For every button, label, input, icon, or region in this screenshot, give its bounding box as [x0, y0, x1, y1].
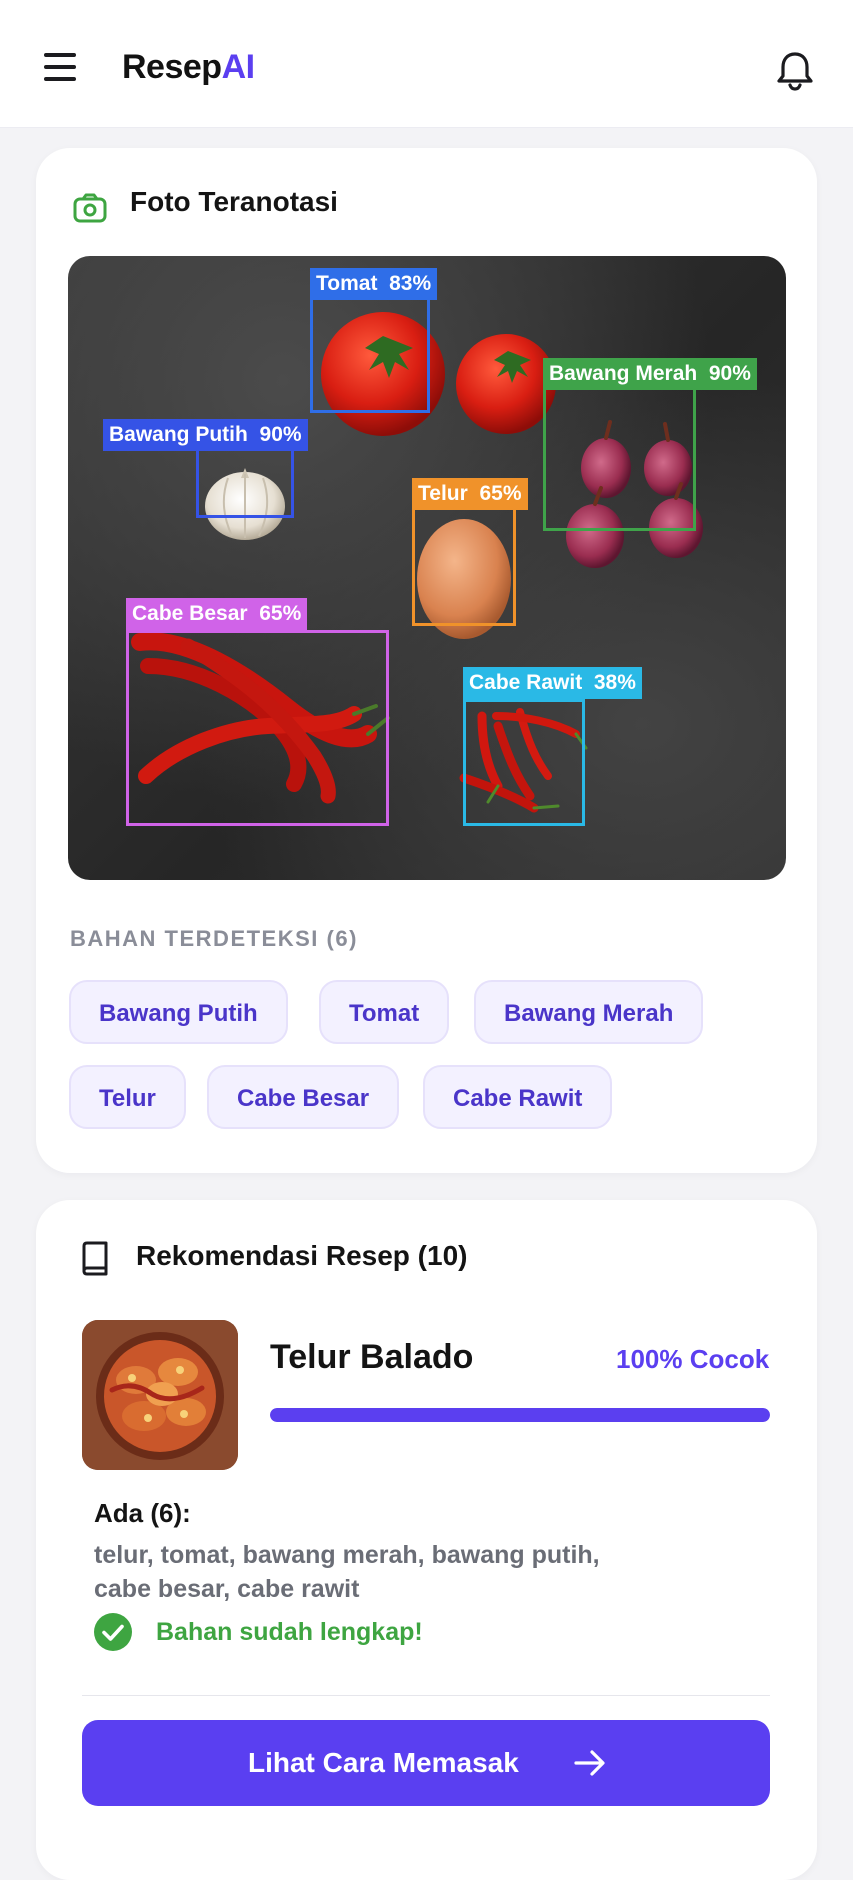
detection-label-cabe-besar: Cabe Besar 65% [126, 598, 308, 630]
detection-box-tomat [310, 296, 430, 413]
brand-prefix: Resep [122, 48, 222, 86]
chip-bawang-putih[interactable]: Bawang Putih [69, 980, 288, 1044]
detection-label-bawang-putih: Bawang Putih 90% [103, 419, 308, 451]
annotated-photo-card: Foto Teranotasi Tomat 83% Bawang Merah 9… [36, 148, 817, 1173]
detection-name: Cabe Rawit [469, 671, 583, 694]
recipe-card-title: Rekomendasi Resep (10) [136, 1240, 468, 1271]
telur-balado-image [82, 1320, 238, 1470]
recipe-recommendation-card: Rekomendasi Resep (10) Telur Balado 100%… [36, 1200, 817, 1880]
detection-label-cabe-rawit: Cabe Rawit 38% [463, 667, 642, 699]
photo-card-title: Foto Teranotasi [130, 186, 338, 217]
chip-cabe-besar[interactable]: Cabe Besar [207, 1065, 400, 1129]
chip-cabe-rawit[interactable]: Cabe Rawit [423, 1065, 613, 1129]
available-ingredients-title: Ada (6): [94, 1498, 191, 1528]
chip-telur[interactable]: Telur [69, 1065, 186, 1129]
detection-confidence: 90% [708, 362, 751, 385]
detection-box-cabe-besar [126, 630, 389, 826]
detection-name: Telur [418, 482, 468, 505]
book-icon [82, 1241, 108, 1276]
detection-confidence: 90% [259, 423, 302, 446]
detection-name: Bawang Putih [109, 423, 248, 446]
detection-label-tomat: Tomat 83% [310, 268, 438, 300]
bell-icon[interactable] [772, 48, 818, 94]
annotated-photo: Tomat 83% Bawang Merah 90% Bawang Putih … [68, 256, 786, 880]
available-ingredients-list: telur, tomat, bawang merah, bawang putih… [94, 1541, 600, 1603]
detection-box-telur [412, 493, 516, 626]
match-percentage: 100% Cocok [616, 1344, 770, 1374]
detected-ingredients-heading: BAHAN TERDETEKSI (6) [70, 926, 358, 951]
detection-name: Tomat [316, 272, 378, 295]
menu-line [44, 77, 76, 81]
check-circle-icon [94, 1613, 132, 1651]
menu-line [44, 53, 76, 57]
detection-box-bawang-merah [543, 386, 696, 531]
detection-name: Cabe Besar [132, 602, 248, 625]
recipe-thumbnail[interactable] [82, 1320, 238, 1470]
detection-confidence: 83% [389, 272, 432, 295]
app-header: ResepAI [0, 0, 853, 128]
match-progress-bar [270, 1408, 770, 1422]
divider [82, 1695, 770, 1696]
recipe-name[interactable]: Telur Balado [270, 1338, 473, 1377]
match-progress-fill [270, 1408, 770, 1422]
detection-label-bawang-merah: Bawang Merah 90% [543, 358, 757, 390]
detection-confidence: 65% [259, 602, 302, 625]
detection-confidence: 65% [479, 482, 522, 505]
brand-suffix: AI [221, 48, 256, 86]
hamburger-icon[interactable] [38, 50, 82, 90]
app-brand: ResepAI [122, 48, 255, 87]
chip-bawang-merah[interactable]: Bawang Merah [474, 980, 704, 1044]
menu-line [44, 65, 76, 69]
ingredients-complete-status: Bahan sudah lengkap! [156, 1618, 423, 1646]
camera-icon [73, 193, 107, 223]
detection-box-cabe-rawit [463, 699, 585, 826]
view-cooking-steps-button[interactable]: Lihat Cara Memasak [82, 1720, 770, 1806]
detection-confidence: 38% [593, 671, 636, 694]
chip-tomat[interactable]: Tomat [319, 980, 450, 1044]
detection-label-telur: Telur 65% [412, 478, 528, 510]
detection-name: Bawang Merah [549, 362, 698, 385]
arrow-right-icon [574, 1750, 605, 1776]
cta-label: Lihat Cara Memasak [248, 1747, 519, 1778]
